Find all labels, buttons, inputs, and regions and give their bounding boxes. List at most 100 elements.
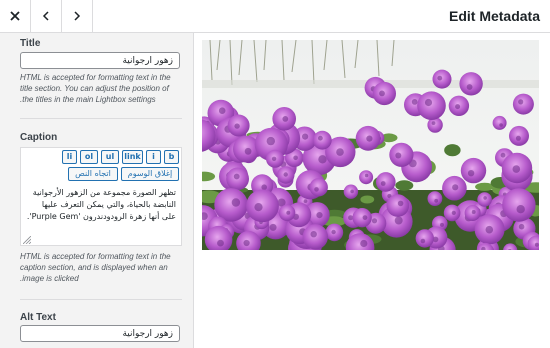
caption-label: Caption: [20, 132, 58, 143]
leaf-shape: [395, 180, 414, 191]
bold-button[interactable]: b: [164, 150, 179, 164]
chevron-left-icon: [42, 11, 49, 21]
blossom-center-shape: [302, 133, 309, 140]
blossom-shape: [460, 157, 487, 184]
blossom-center-shape: [293, 155, 298, 161]
chevron-right-icon: [74, 11, 81, 21]
blossom-center-shape: [286, 210, 291, 215]
blossom-center-shape: [316, 212, 323, 219]
blossom-center-shape: [467, 170, 475, 177]
blossom-center-shape: [366, 135, 373, 142]
italic-button[interactable]: i: [146, 150, 161, 164]
blossom-center-shape: [424, 98, 433, 107]
blossom-center-shape: [348, 215, 354, 221]
flower-photo-illustration: [202, 40, 539, 250]
alt-text-input[interactable]: [20, 325, 180, 342]
link-button[interactable]: link: [122, 150, 143, 164]
blossom-center-shape: [499, 123, 503, 127]
blossom-center-shape: [515, 135, 521, 141]
blossom-center-shape: [434, 198, 439, 203]
blossom-center-shape: [336, 148, 344, 156]
blossom-center-shape: [234, 123, 240, 129]
divider: [20, 118, 182, 119]
blossom-shape: [502, 188, 536, 222]
blossom-shape: [376, 172, 396, 192]
caption-help-text: HTML is accepted for formatting text in …: [20, 252, 171, 283]
resize-handle-icon[interactable]: [23, 236, 31, 244]
blossom-center-shape: [380, 181, 386, 186]
blossom-center-shape: [437, 75, 443, 81]
previous-button[interactable]: [31, 0, 62, 32]
blossom-shape: [492, 115, 507, 130]
ol-button[interactable]: ol: [80, 150, 98, 164]
blossom-center-shape: [411, 99, 418, 105]
page-title: Edit Metadata: [448, 8, 540, 24]
blossom-center-shape: [485, 225, 494, 234]
blossom-shape: [312, 130, 332, 150]
close-tags-button[interactable]: إغلاق الوسوم: [121, 167, 179, 181]
blossom-center-shape: [244, 147, 252, 155]
blossom-center-shape: [350, 189, 354, 194]
blossom-shape: [386, 194, 410, 217]
blossom-center-shape: [254, 203, 263, 212]
ul-button[interactable]: ul: [101, 150, 119, 164]
blossom-center-shape: [283, 172, 288, 177]
blossom-center-shape: [483, 196, 487, 200]
blossom-shape: [512, 93, 534, 115]
blossom-center-shape: [371, 218, 378, 224]
blossom-center-shape: [310, 231, 317, 238]
blossom-shape: [309, 178, 328, 197]
blossom-center-shape: [466, 84, 473, 90]
title-help-text: HTML is accepted for formatting text in …: [20, 73, 171, 104]
title-label: Title: [20, 38, 41, 49]
blossom-center-shape: [243, 239, 250, 247]
leaf-shape: [360, 195, 375, 204]
blossom-center-shape: [394, 216, 403, 225]
blossom-center-shape: [303, 199, 308, 204]
flower-image: [202, 40, 539, 250]
blossom-center-shape: [318, 135, 323, 141]
close-button[interactable]: [0, 0, 31, 32]
blossom-shape: [427, 191, 443, 207]
li-button[interactable]: li: [62, 150, 77, 164]
blossom-center-shape: [218, 107, 226, 114]
blossom-shape: [415, 229, 434, 248]
blossom-center-shape: [269, 223, 277, 231]
blossom-center-shape: [471, 210, 476, 214]
blossom-center-shape: [266, 136, 275, 146]
blossom-center-shape: [512, 165, 521, 173]
divider: [20, 299, 182, 300]
blossom-center-shape: [217, 239, 224, 247]
blossom-center-shape: [318, 155, 327, 164]
blossom-shape: [389, 142, 414, 167]
blossom-shape: [459, 72, 483, 96]
modal-header: Edit Metadata: [0, 0, 550, 33]
blossom-center-shape: [364, 173, 369, 178]
caption-toolbar: b i link ul ol li إغلاق الوسوم اتجاه الن…: [20, 147, 182, 184]
blossom-center-shape: [451, 210, 456, 215]
blossom-center-shape: [379, 90, 385, 97]
text-direction-button[interactable]: اتجاه النص: [68, 167, 118, 181]
caption-text: تظهر الصورة مجموعة من الزهور الأرجوانية …: [26, 188, 176, 221]
blossom-center-shape: [282, 116, 289, 122]
title-input[interactable]: [20, 52, 180, 69]
blossom-shape: [417, 91, 446, 120]
leaf-shape: [444, 144, 461, 157]
blossom-center-shape: [452, 184, 459, 191]
blossom-center-shape: [397, 200, 404, 207]
blossom-shape: [246, 189, 279, 223]
blossom-shape: [352, 208, 372, 228]
blossom-center-shape: [518, 99, 524, 105]
blossom-center-shape: [395, 152, 402, 159]
blossom-center-shape: [500, 152, 506, 158]
caption-textarea[interactable]: تظهر الصورة مجموعة من الزهور الأرجوانية …: [20, 184, 182, 246]
blossom-center-shape: [518, 223, 525, 230]
blossom-center-shape: [516, 205, 525, 214]
blossom-center-shape: [440, 222, 444, 227]
blossom-center-shape: [261, 184, 267, 190]
blossom-center-shape: [455, 104, 461, 110]
blossom-center-shape: [331, 229, 336, 235]
blossom-center-shape: [231, 198, 241, 207]
blossom-center-shape: [431, 121, 436, 125]
next-button[interactable]: [62, 0, 93, 32]
